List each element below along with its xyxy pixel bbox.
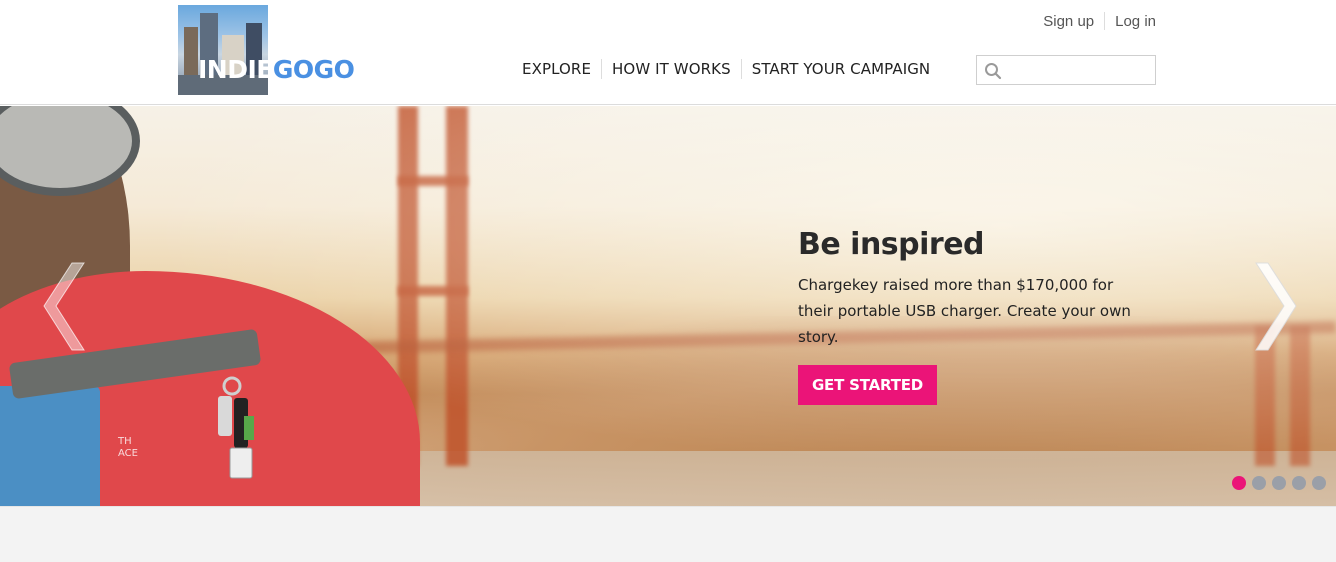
get-started-button[interactable]: GET STARTED [798,365,937,405]
jacket-brand-print: TH ACE [118,436,138,459]
carousel-dot-2[interactable] [1252,476,1266,490]
nav-start-your-campaign[interactable]: START YOUR CAMPAIGN [742,60,941,78]
hero-description: Chargekey raised more than $170,000 for … [798,276,1131,346]
account-links: Sign up Log in [1043,12,1156,30]
divider [1104,12,1106,30]
hero-caption: Be inspired Chargekey raised more than $… [798,226,1138,350]
content-area [0,506,1336,562]
nav-explore[interactable]: EXPLORE [512,60,601,78]
carousel-pagination [1232,476,1326,490]
site-header: INDIEGOGO Sign up Log in EXPLORE HOW IT … [0,0,1336,105]
carousel-dot-5[interactable] [1312,476,1326,490]
indiegogo-logo[interactable]: INDIEGOGO [178,5,355,95]
chevron-left-icon[interactable] [36,259,96,354]
backpack [0,386,100,506]
search-box[interactable] [976,55,1156,85]
search-icon [985,63,1002,80]
login-link[interactable]: Log in [1115,13,1156,30]
hero-carousel: TH ACE Be inspired Chargekey raised more… [0,106,1336,506]
logo-wordmark: INDIEGOGO [198,55,355,84]
hero-title: Be inspired [798,227,985,262]
carousel-dot-3[interactable] [1272,476,1286,490]
usb-keychain-image [218,376,254,479]
carousel-dot-4[interactable] [1292,476,1306,490]
carousel-dot-1[interactable] [1232,476,1246,490]
search-input[interactable] [1007,56,1153,84]
signup-link[interactable]: Sign up [1043,13,1094,30]
nav-how-it-works[interactable]: HOW IT WORKS [602,60,741,78]
chevron-right-icon[interactable] [1244,259,1304,354]
main-nav: EXPLORE HOW IT WORKS START YOUR CAMPAIGN [512,59,940,79]
